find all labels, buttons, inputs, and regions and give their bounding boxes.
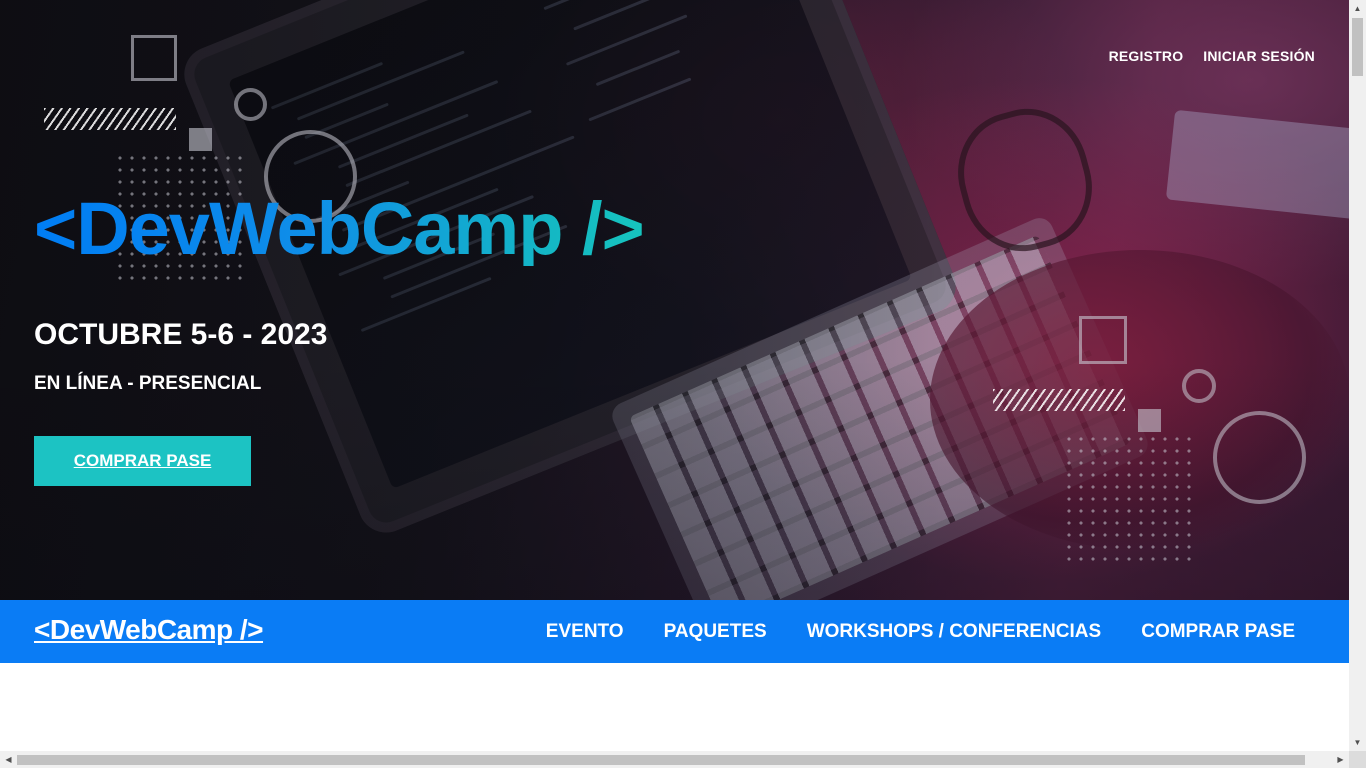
scroll-left-icon[interactable]: ◀: [0, 751, 17, 768]
vertical-scrollbar[interactable]: ▲ ▼: [1349, 0, 1366, 751]
square-filled-decoration: [189, 128, 212, 151]
nav-link-evento[interactable]: EVENTO: [546, 621, 624, 643]
hero-logo[interactable]: <DevWebCamp />: [34, 192, 645, 266]
hero-header: REGISTRO INICIAR SESIÓN <DevWebCamp /> O…: [0, 0, 1349, 600]
navbar-logo[interactable]: <DevWebCamp />: [34, 614, 264, 646]
circle-small-decoration: [1182, 369, 1216, 403]
page-viewport: REGISTRO INICIAR SESIÓN <DevWebCamp /> O…: [0, 0, 1349, 751]
stripes-decoration: [993, 389, 1125, 411]
circle-small-decoration: [234, 88, 267, 121]
scrollbar-corner: [1349, 751, 1366, 768]
nav-link-paquetes[interactable]: PAQUETES: [664, 621, 767, 643]
circle-large-decoration: [1213, 411, 1306, 504]
register-link[interactable]: REGISTRO: [1109, 48, 1184, 64]
scroll-right-icon[interactable]: ▶: [1332, 751, 1349, 768]
main-navbar: <DevWebCamp /> EVENTO PAQUETES WORKSHOPS…: [0, 600, 1349, 663]
buy-pass-button[interactable]: COMPRAR PASE: [34, 436, 251, 486]
scroll-up-icon[interactable]: ▲: [1349, 0, 1366, 17]
horizontal-scroll-thumb[interactable]: [17, 755, 1305, 765]
page-main-content: [0, 663, 1349, 751]
nav-link-workshops[interactable]: WORKSHOPS / CONFERENCIAS: [807, 621, 1102, 643]
scroll-down-icon[interactable]: ▼: [1349, 734, 1366, 751]
horizontal-scrollbar[interactable]: ◀ ▶: [0, 751, 1349, 768]
event-mode: EN LÍNEA - PRESENCIAL: [34, 373, 262, 394]
square-outline-decoration: [1079, 316, 1127, 364]
navbar-links: EVENTO PAQUETES WORKSHOPS / CONFERENCIAS…: [546, 600, 1295, 663]
auth-links: REGISTRO INICIAR SESIÓN: [1109, 48, 1315, 64]
vertical-scroll-thumb[interactable]: [1352, 18, 1363, 76]
square-filled-decoration: [1138, 409, 1161, 432]
dot-grid-decoration: [1063, 433, 1197, 567]
square-outline-decoration: [131, 35, 177, 81]
stripes-decoration: [44, 108, 176, 130]
login-link[interactable]: INICIAR SESIÓN: [1203, 48, 1315, 64]
nav-link-comprar-pase[interactable]: COMPRAR PASE: [1141, 621, 1295, 643]
event-date: OCTUBRE 5-6 - 2023: [34, 318, 328, 351]
